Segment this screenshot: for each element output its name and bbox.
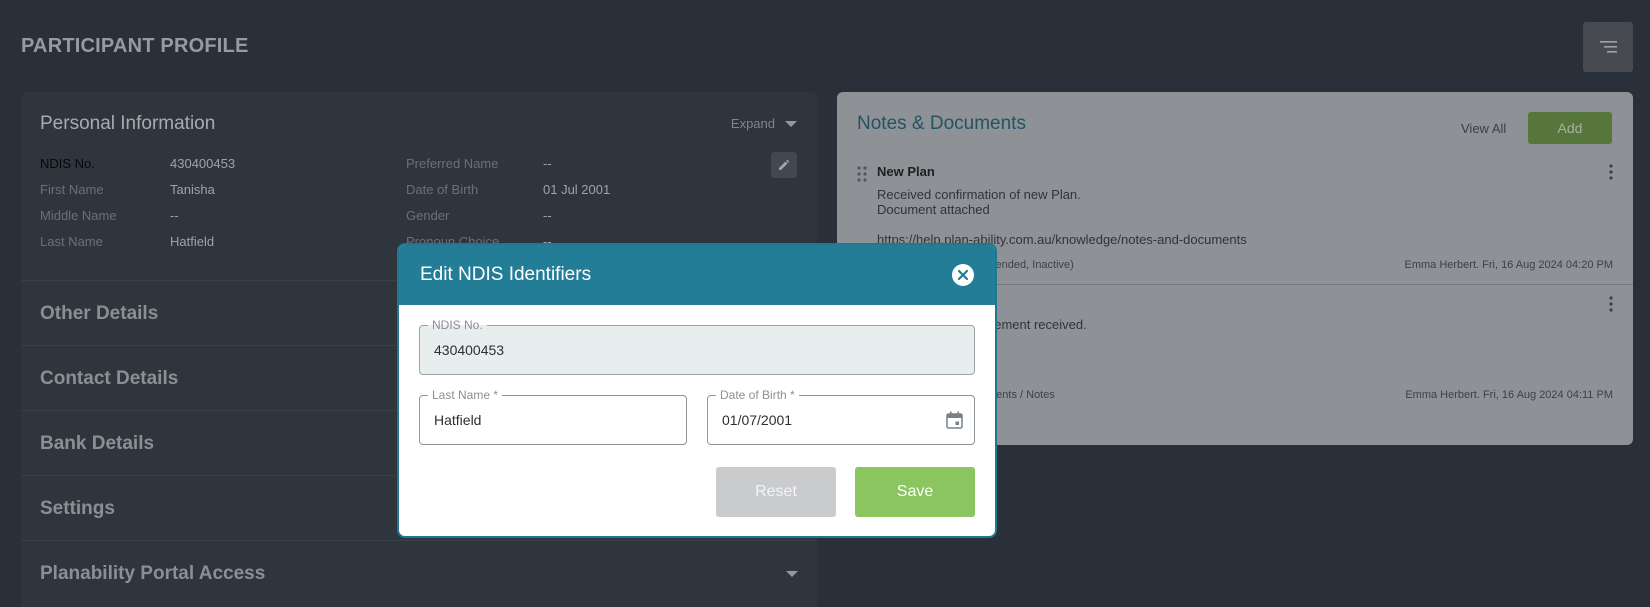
save-button[interactable]: Save — [855, 467, 975, 517]
ndis-no-field-label: NDIS No. — [428, 318, 487, 332]
last-name-field[interactable]: Last Name * Hatfield — [419, 388, 687, 445]
reset-button[interactable]: Reset — [716, 467, 836, 517]
calendar-icon[interactable] — [946, 411, 963, 429]
last-name-field-value[interactable]: Hatfield — [434, 412, 481, 428]
date-of-birth-field-value[interactable]: 01/07/2001 — [722, 412, 792, 428]
date-of-birth-field-label: Date of Birth * — [716, 388, 799, 402]
modal-header: Edit NDIS Identifiers — [399, 245, 995, 305]
ndis-no-field-value: 430400453 — [434, 342, 505, 358]
date-of-birth-field[interactable]: Date of Birth * 01/07/2001 — [707, 388, 975, 445]
last-name-field-label: Last Name * — [428, 388, 503, 402]
close-icon — [958, 270, 968, 280]
edit-ndis-modal: Edit NDIS Identifiers NDIS No. 430400453… — [397, 243, 997, 538]
modal-title: Edit NDIS Identifiers — [420, 264, 592, 285]
close-button[interactable] — [952, 264, 974, 286]
ndis-no-field: NDIS No. 430400453 — [419, 318, 975, 375]
